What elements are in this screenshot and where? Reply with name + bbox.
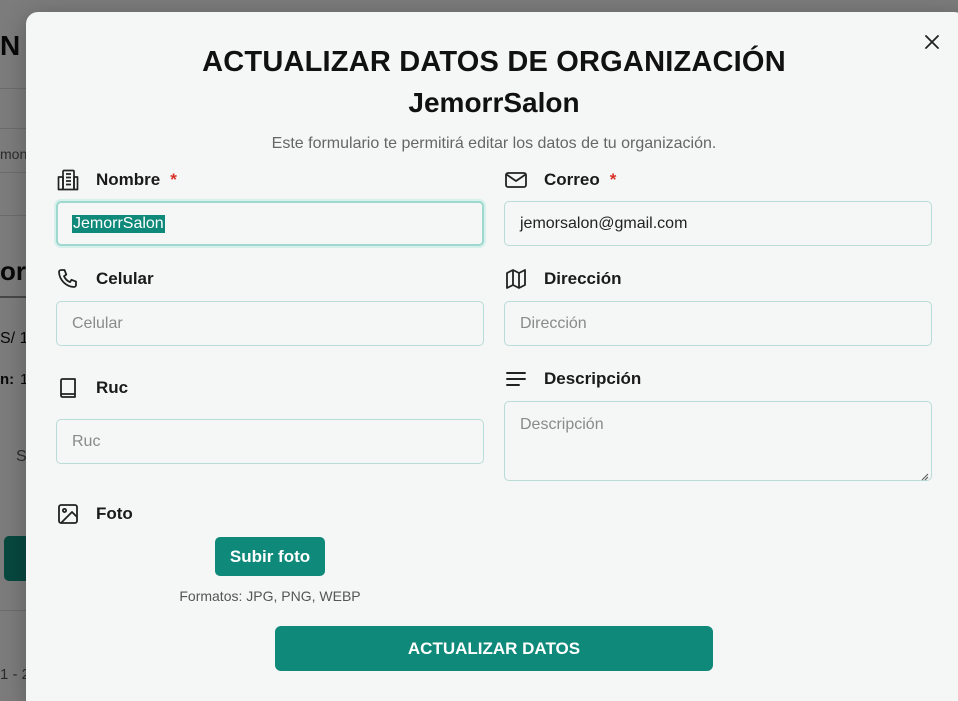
- photo-formats-hint: Formatos: JPG, PNG, WEBP: [179, 588, 361, 604]
- ruc-placeholder: Ruc: [72, 432, 101, 450]
- direccion-input[interactable]: Dirección: [504, 301, 932, 346]
- update-organization-modal: ACTUALIZAR DATOS DE ORGANIZACIÓN JemorrS…: [26, 12, 958, 701]
- nombre-input-value: JemorrSalon: [72, 214, 165, 233]
- mail-icon: [504, 168, 530, 192]
- correo-input-value: jemorsalon@gmail.com: [520, 214, 688, 232]
- celular-label-row: Celular: [56, 267, 154, 291]
- ruc-label-row: Ruc: [56, 376, 128, 400]
- descripcion-label-row: Descripción: [504, 367, 641, 391]
- correo-label: Correo: [544, 170, 600, 189]
- map-icon: [504, 267, 530, 291]
- nombre-input[interactable]: JemorrSalon: [56, 201, 484, 246]
- update-data-button[interactable]: ACTUALIZAR DATOS: [275, 626, 713, 671]
- direccion-label-row: Dirección: [504, 267, 621, 291]
- modal-title: ACTUALIZAR DATOS DE ORGANIZACIÓN: [202, 46, 786, 78]
- text-lines-icon: [504, 367, 530, 391]
- resize-handle-icon[interactable]: [919, 468, 929, 481]
- ruc-label: Ruc: [96, 378, 129, 397]
- celular-label: Celular: [96, 269, 154, 288]
- upload-photo-button[interactable]: Subir foto: [215, 537, 325, 576]
- phone-icon: [56, 267, 82, 291]
- nombre-label: Nombre: [96, 170, 161, 189]
- correo-input[interactable]: jemorsalon@gmail.com: [504, 201, 932, 246]
- foto-label: Foto: [96, 504, 133, 523]
- descripcion-textarea[interactable]: Descripción: [504, 401, 932, 481]
- descripcion-label: Descripción: [544, 369, 642, 388]
- image-icon: [56, 502, 82, 526]
- direccion-label: Dirección: [544, 269, 622, 288]
- ruc-input[interactable]: Ruc: [56, 419, 484, 464]
- celular-placeholder: Celular: [72, 314, 123, 332]
- book-icon: [56, 376, 82, 400]
- required-marker: *: [609, 170, 617, 189]
- foto-label-row: Foto: [56, 502, 133, 526]
- required-marker: *: [170, 170, 177, 189]
- modal-description: Este formulario te permitirá editar los …: [271, 135, 717, 152]
- nombre-label-row: Nombre *: [56, 168, 177, 192]
- building-icon: [56, 168, 82, 192]
- celular-input[interactable]: Celular: [56, 301, 484, 346]
- correo-label-row: Correo *: [504, 168, 616, 192]
- descripcion-placeholder: Descripción: [520, 416, 604, 433]
- organization-name-heading: JemorrSalon: [408, 87, 580, 118]
- direccion-placeholder: Dirección: [520, 314, 587, 332]
